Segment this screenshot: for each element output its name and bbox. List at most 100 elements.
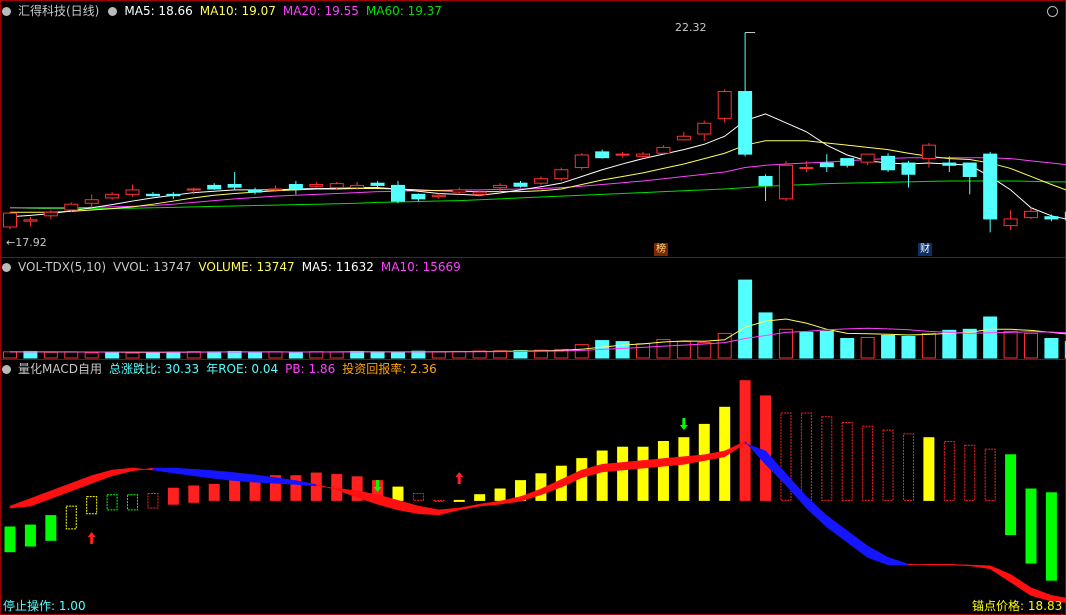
volume-panel-header: VOL-TDX(5,10) VVOL: 13747 VOLUME: 13747 … — [0, 258, 468, 276]
candle-body — [778, 164, 793, 200]
candle-body — [3, 212, 17, 228]
macd-histogram-bar — [106, 494, 118, 511]
vol-ma5-label: MA5: 11632 — [301, 260, 374, 274]
macd-histogram-bar — [188, 485, 200, 503]
macd-ribbon-segment — [234, 472, 256, 483]
candle-body — [595, 151, 610, 159]
event-marker-finance[interactable]: 财 — [918, 243, 932, 256]
candle-body — [1003, 218, 1018, 227]
ma10-label: MA10: 19.07 — [199, 4, 276, 18]
macd-ribbon-segment — [989, 565, 1011, 583]
corner-circle-icon[interactable] — [1047, 6, 1058, 17]
candle-body — [350, 184, 365, 189]
macd-histogram-bar — [45, 515, 57, 541]
candle-body — [799, 167, 814, 170]
volume-bar — [636, 343, 651, 359]
event-marker-ranking[interactable]: 榜 — [654, 243, 668, 256]
macd-histogram-bar — [617, 446, 629, 501]
candle-body — [738, 91, 753, 155]
candle-body — [942, 162, 957, 166]
macd-ribbon-segment — [622, 460, 644, 471]
macd-histogram-bar — [800, 412, 812, 501]
macd-ribbon-segment — [458, 503, 480, 511]
ma20-label: MA20: 19.55 — [282, 4, 359, 18]
macd-histogram-bar — [943, 441, 955, 501]
volume-bar — [3, 351, 17, 359]
vol-ma10-label: MA10: 15669 — [380, 260, 461, 274]
macd-ribbon-segment — [1010, 573, 1032, 596]
macd-histogram-bar — [821, 416, 833, 501]
macd-ribbon-segment — [806, 495, 828, 528]
macd-ribbon-segment — [601, 462, 623, 473]
volume-circle-icon[interactable] — [2, 262, 11, 272]
roe-label: 年ROE: 0.04 — [206, 362, 279, 376]
macd-ribbon-segment — [642, 458, 664, 469]
volume-bar — [697, 342, 712, 359]
candle-body — [697, 122, 712, 135]
macd-histogram-bar — [290, 475, 302, 501]
macd-histogram-bar — [964, 444, 976, 501]
macd-histogram-bar — [229, 480, 241, 501]
candle-body — [676, 135, 691, 141]
volume-bar — [574, 344, 589, 359]
ma5-label: MA5: 18.66 — [124, 4, 193, 18]
macd-histogram-bar — [494, 488, 506, 501]
macd-histogram-bar — [310, 472, 322, 501]
candle-body — [186, 188, 201, 191]
macd-ribbon-segment — [908, 563, 930, 566]
toggle-circle-icon[interactable] — [108, 6, 118, 16]
volume-bar — [840, 338, 855, 359]
stop-operation-label: 停止操作: 1.00 — [3, 599, 86, 613]
indicator-panel-header: 量化MACD自用 总涨跌比: 30.33 年ROE: 0.04 PB: 1.86… — [0, 360, 444, 378]
candle-body — [1024, 210, 1038, 219]
macd-histogram-bar — [923, 437, 935, 501]
macd-histogram-bar — [596, 450, 608, 501]
collapse-circle-icon[interactable] — [2, 6, 11, 16]
macd-ribbon-segment — [418, 505, 440, 516]
volume-title: VOL-TDX(5,10) — [18, 260, 107, 274]
stock-chart-canvas[interactable] — [0, 0, 1066, 615]
macd-ribbon-segment — [438, 507, 460, 516]
macd-histogram-bar — [65, 505, 77, 530]
macd-ribbon-segment — [846, 530, 868, 558]
pb-label: PB: 1.86 — [285, 362, 336, 376]
volume-bar — [145, 352, 160, 359]
volume-bar — [452, 350, 467, 359]
macd-histogram-bar — [862, 425, 874, 501]
volume-bar — [942, 329, 957, 359]
candle-body — [145, 193, 160, 197]
volume-bar — [921, 332, 936, 359]
macd-histogram-bar — [86, 496, 98, 515]
macd-ribbon-segment — [867, 545, 889, 566]
candle-body — [84, 199, 99, 204]
macd-histogram-bar — [698, 423, 710, 501]
candle-body — [472, 191, 487, 195]
anchor-price-label: 锚点价格: 18.83 — [972, 599, 1063, 613]
candle-body — [615, 153, 630, 156]
return-rate-label: 投资回报率: 2.36 — [342, 362, 437, 376]
total-change-label: 总涨跌比: 30.33 — [108, 362, 200, 376]
macd-histogram-bar — [412, 493, 424, 501]
buy-arrow-icon — [455, 472, 464, 484]
macd-histogram-bar — [678, 437, 690, 501]
macd-histogram-bar — [637, 446, 649, 501]
macd-histogram-bar — [739, 380, 751, 501]
macd-ribbon-segment — [479, 500, 501, 507]
volume-bar — [738, 279, 753, 359]
candle-body — [288, 184, 303, 190]
macd-ribbon-segment — [173, 467, 195, 477]
volume-bar — [1003, 330, 1018, 359]
macd-histogram-bar — [760, 395, 772, 501]
macd-ribbon-segment — [663, 456, 685, 467]
macd-ribbon-segment — [132, 467, 154, 472]
volume-bar — [860, 337, 875, 359]
candle-body — [248, 189, 263, 193]
macd-histogram-bar — [433, 499, 445, 502]
macd-histogram-bar — [902, 433, 914, 501]
volume-bar — [676, 341, 691, 359]
indicator-circle-icon[interactable] — [2, 364, 11, 374]
volume-bar — [799, 331, 814, 359]
macd-histogram-bar — [331, 474, 343, 501]
volume-bar — [329, 351, 344, 359]
candle-body — [452, 189, 467, 193]
